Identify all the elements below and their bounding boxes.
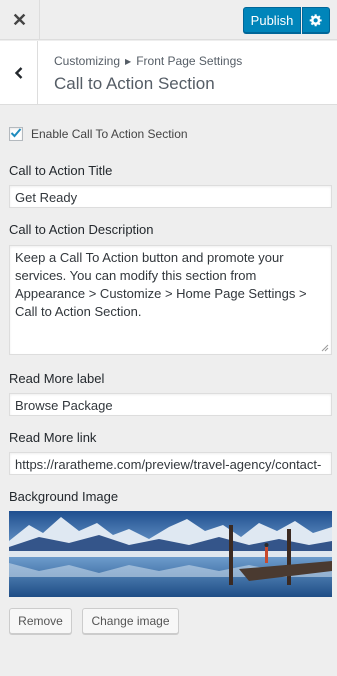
publish-button[interactable]: Publish	[243, 7, 301, 33]
checkmark-icon	[10, 128, 22, 138]
chevron-left-icon	[14, 67, 22, 79]
breadcrumb-parent: Customizing	[54, 54, 121, 68]
read-more-link-label: Read More link	[9, 430, 97, 445]
enable-cta-label: Enable Call To Action Section	[31, 127, 188, 141]
cta-description-field[interactable]: Keep a Call To Action button and promote…	[9, 245, 332, 355]
read-more-label-field[interactable]: Browse Package	[9, 393, 332, 416]
publish-settings-button[interactable]	[302, 7, 330, 33]
change-image-button[interactable]: Change image	[82, 608, 179, 634]
close-icon: ✕	[11, 9, 28, 30]
cta-title-label: Call to Action Title	[9, 163, 113, 178]
cta-description-label: Call to Action Description	[9, 222, 154, 237]
breadcrumb-current: Front Page Settings	[136, 54, 243, 68]
breadcrumb-arrow-icon: ▶	[125, 57, 132, 66]
lake-mountain-image	[9, 511, 332, 597]
section-header: Customizing ▶ Front Page Settings Call to …	[0, 41, 337, 105]
breadcrumb: Customizing ▶ Front Page Settings	[54, 54, 242, 68]
read-more-label-label: Read More label	[9, 371, 105, 386]
close-button[interactable]: ✕	[0, 0, 40, 40]
customizer-header: ✕ Publish	[0, 0, 337, 40]
remove-image-button[interactable]: Remove	[9, 608, 72, 634]
gear-icon	[309, 14, 322, 27]
read-more-link-field[interactable]: https://raratheme.com/preview/travel-age…	[9, 452, 332, 475]
cta-title-field[interactable]: Get Ready	[9, 185, 332, 208]
enable-cta-checkbox[interactable]	[9, 127, 23, 141]
resize-grip-icon[interactable]	[321, 344, 329, 352]
enable-cta-control[interactable]: Enable Call To Action Section	[9, 125, 188, 143]
section-title: Call to Action Section	[54, 74, 215, 93]
background-image-label: Background Image	[9, 489, 119, 504]
background-image-preview	[9, 511, 332, 597]
cta-description-text: Keep a Call To Action button and promote…	[15, 250, 307, 319]
back-button[interactable]	[0, 41, 38, 105]
